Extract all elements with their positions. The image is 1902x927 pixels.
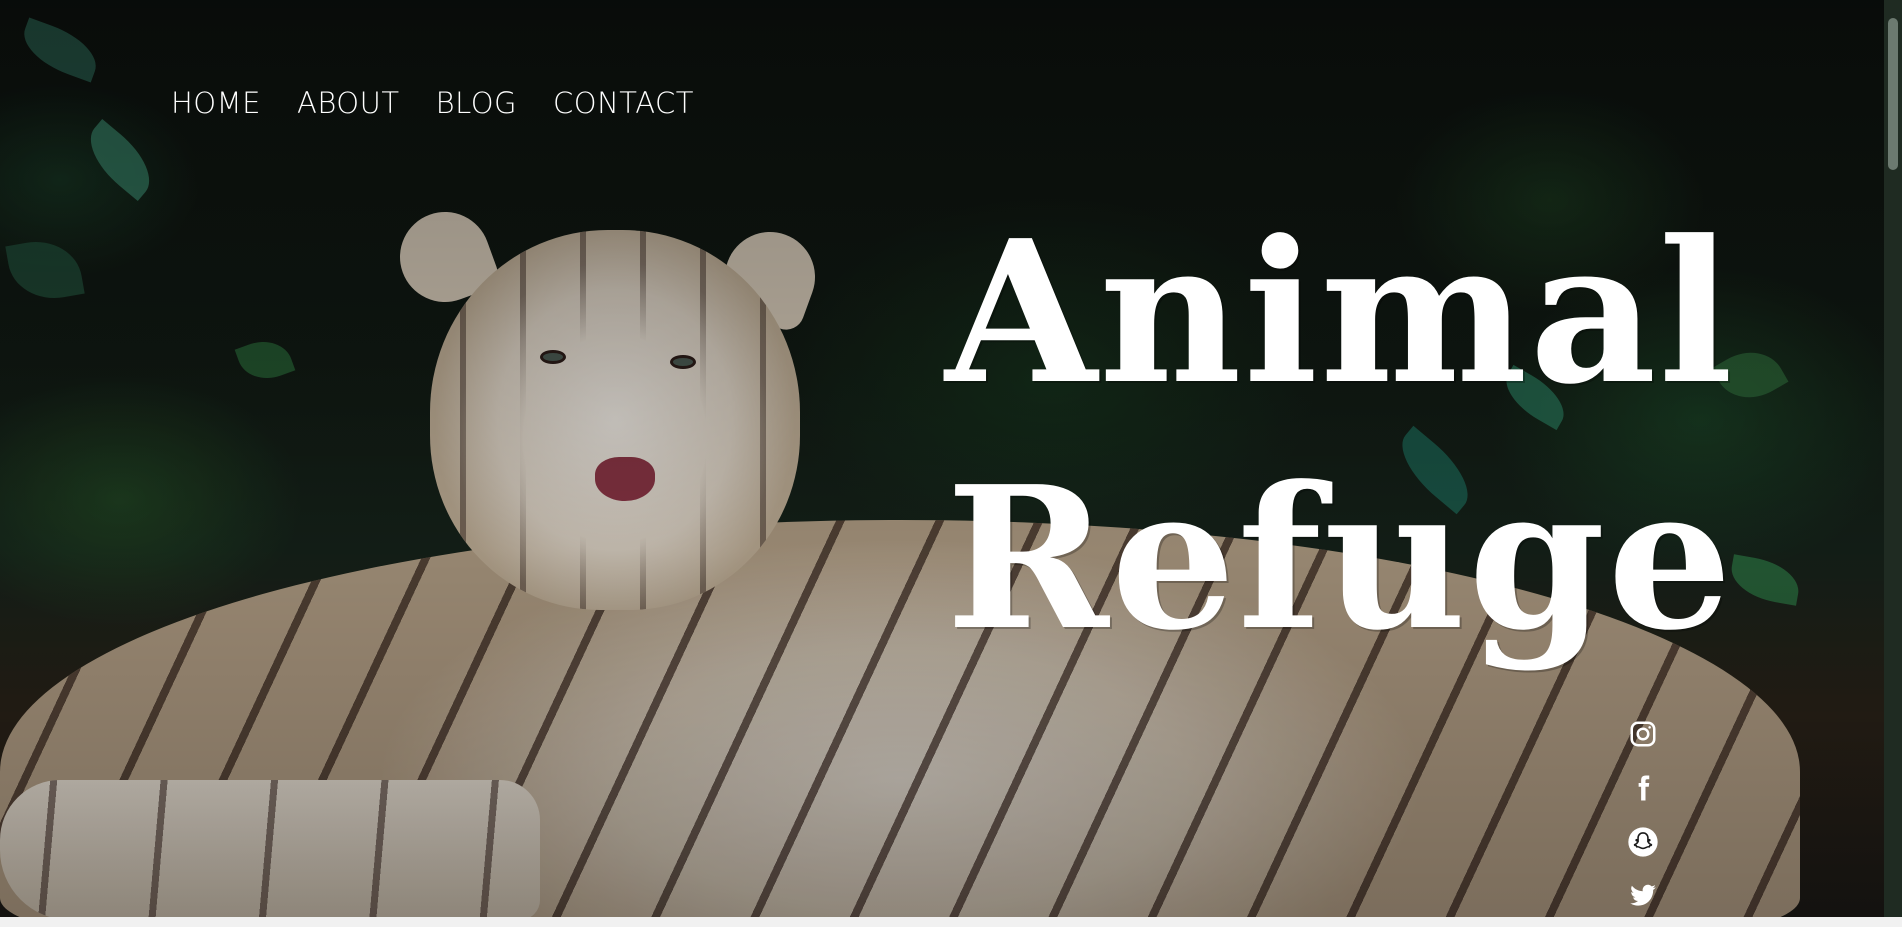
hero-title: Animal Refuge (940, 215, 1740, 657)
nav-about-link[interactable]: ABOUT (297, 86, 400, 120)
nav-home-link[interactable]: HOME (171, 86, 261, 120)
instagram-icon[interactable] (1627, 717, 1659, 751)
hero-title-line2: Refuge (945, 444, 1735, 674)
main-nav: HOME ABOUT BLOG CONTACT (171, 86, 694, 120)
scrollbar-thumb[interactable] (1888, 18, 1898, 170)
vertical-scrollbar[interactable] (1884, 0, 1902, 917)
social-links (1627, 717, 1659, 913)
hero-title-line1: Animal (945, 198, 1735, 428)
twitter-icon[interactable] (1627, 879, 1659, 913)
nav-contact-link[interactable]: CONTACT (553, 86, 694, 120)
page-bottom-edge (0, 917, 1902, 927)
snapchat-icon[interactable] (1627, 825, 1659, 859)
nav-blog-link[interactable]: BLOG (436, 86, 517, 120)
facebook-icon[interactable] (1627, 771, 1659, 805)
